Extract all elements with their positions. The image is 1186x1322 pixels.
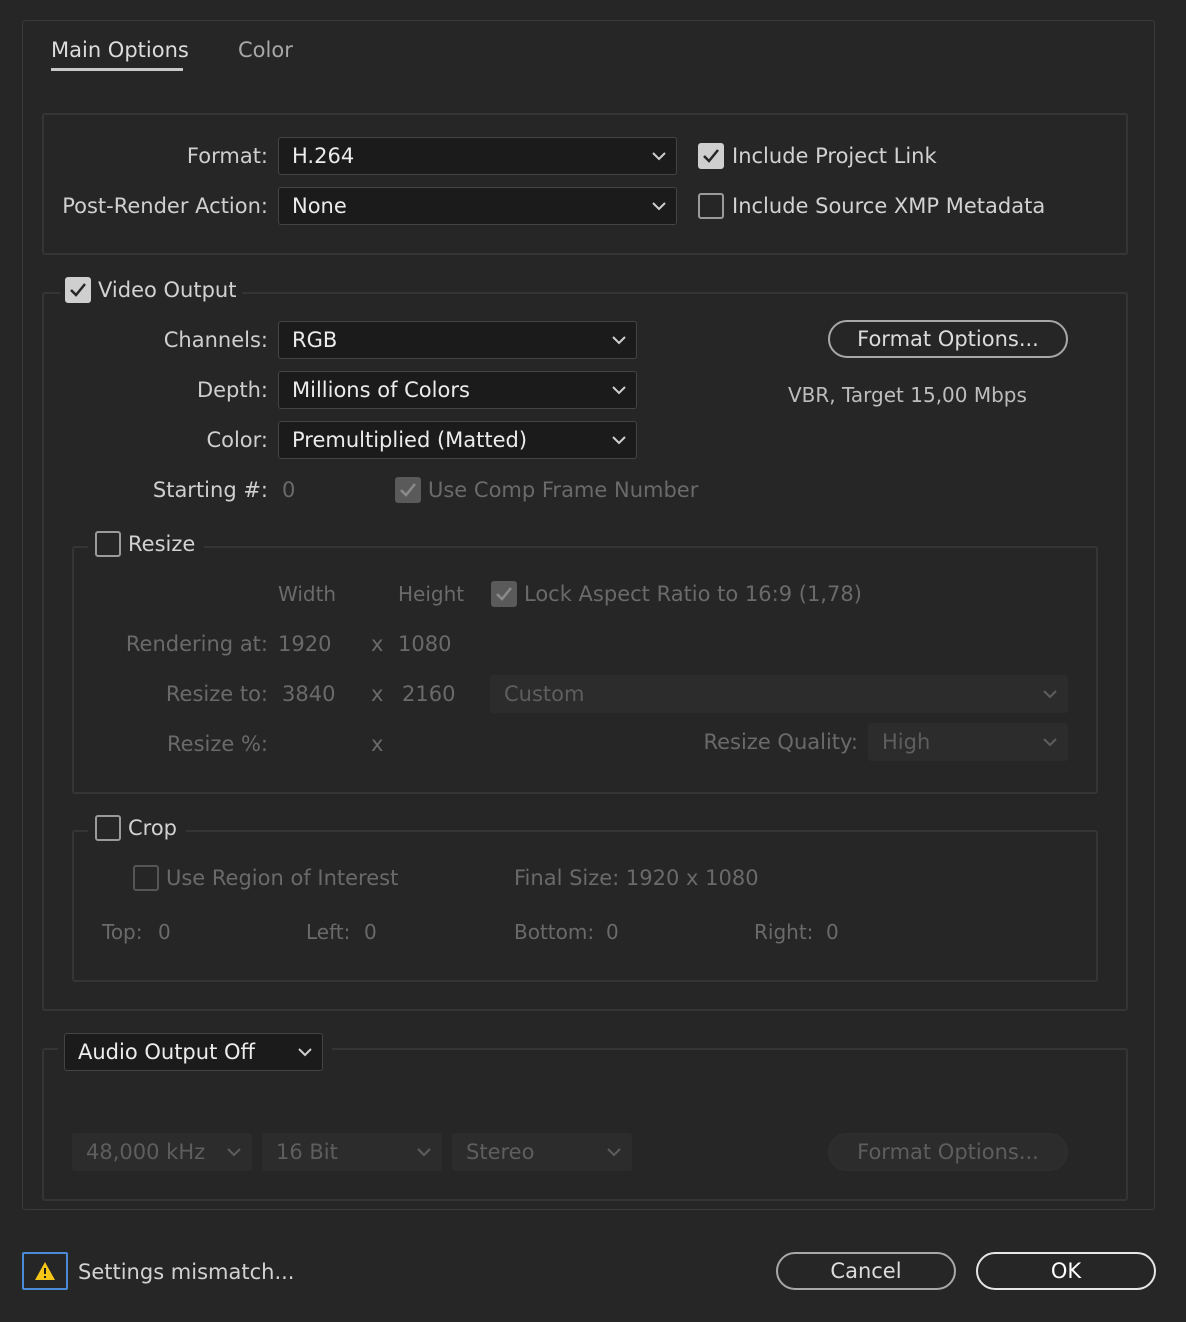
post-render-label: Post-Render Action: <box>62 194 268 218</box>
color-label: Color: <box>206 428 268 452</box>
resize-quality-label: Resize Quality: <box>703 730 858 754</box>
crop-left-value[interactable]: 0 <box>364 918 377 946</box>
channels-dropdown[interactable]: RGB <box>278 321 637 359</box>
rendering-width: 1920 <box>278 632 332 656</box>
crop-bottom-label: Bottom: <box>514 920 595 944</box>
crop-left-label: Left: <box>306 920 351 944</box>
active-tab-indicator <box>51 68 183 71</box>
rendering-height: 1080 <box>398 632 452 656</box>
crop-checkbox[interactable] <box>95 815 121 841</box>
audio-channels-value: Stereo <box>466 1140 535 1164</box>
chevron-down-icon <box>1043 687 1057 701</box>
channels-value: RGB <box>292 328 338 352</box>
use-comp-frame-checkbox[interactable] <box>395 477 421 503</box>
bit-depth-dropdown[interactable]: 16 Bit <box>262 1133 442 1171</box>
channels-label: Channels: <box>163 328 268 352</box>
resize-to-height[interactable]: 2160 <box>402 680 455 708</box>
audio-output-value: Audio Output Off <box>78 1040 255 1064</box>
checkmark-icon <box>496 587 512 601</box>
warning-icon <box>35 1262 55 1280</box>
crop-top-label: Top: <box>102 920 143 944</box>
resize-to-width[interactable]: 3840 <box>282 680 335 708</box>
audio-channels-dropdown[interactable]: Stereo <box>452 1133 632 1171</box>
cancel-button[interactable]: Cancel <box>776 1252 956 1290</box>
depth-value: Millions of Colors <box>292 378 470 402</box>
checkmark-icon <box>400 483 416 497</box>
tab-main-options[interactable]: Main Options <box>51 36 189 64</box>
warning-button[interactable] <box>22 1252 68 1290</box>
audio-output-dropdown[interactable]: Audio Output Off <box>64 1033 323 1071</box>
resize-label: Resize <box>128 532 196 556</box>
include-xmp-checkbox[interactable] <box>698 193 724 219</box>
chevron-down-icon <box>607 1145 621 1159</box>
resize-quality-value: High <box>882 730 931 754</box>
resize-preset-dropdown[interactable]: Custom <box>490 675 1068 713</box>
chevron-down-icon <box>1043 735 1057 749</box>
format-group <box>42 113 1128 255</box>
crop-right-label: Right: <box>754 920 814 944</box>
height-header: Height <box>398 582 465 606</box>
chevron-down-icon <box>612 433 626 447</box>
use-roi-label: Use Region of Interest <box>166 866 399 890</box>
starting-number-label: Starting #: <box>152 478 268 502</box>
resize-percent-label: Resize %: <box>167 732 268 756</box>
include-project-link-checkbox[interactable] <box>698 143 724 169</box>
use-comp-frame-label: Use Comp Frame Number <box>428 478 699 502</box>
starting-number-value[interactable]: 0 <box>282 476 295 504</box>
chevron-down-icon <box>612 383 626 397</box>
resize-to-x: x <box>371 682 384 706</box>
video-format-options-button[interactable]: Format Options... <box>828 320 1068 358</box>
crop-right-value[interactable]: 0 <box>826 918 839 946</box>
lock-aspect-checkbox[interactable] <box>491 581 517 607</box>
video-output-checkbox[interactable] <box>65 277 91 303</box>
format-value: H.264 <box>292 144 355 168</box>
chevron-down-icon <box>652 149 666 163</box>
color-value: Premultiplied (Matted) <box>292 428 528 452</box>
settings-mismatch-text[interactable]: Settings mismatch... <box>78 1258 294 1286</box>
crop-group <box>72 830 1098 982</box>
chevron-down-icon <box>652 199 666 213</box>
crop-label: Crop <box>128 816 178 840</box>
rendering-at-label: Rendering at: <box>125 632 268 656</box>
resize-to-label: Resize to: <box>165 682 268 706</box>
format-label: Format: <box>186 144 268 168</box>
video-output-label: Video Output <box>98 278 237 302</box>
resize-quality-dropdown[interactable]: High <box>868 723 1068 761</box>
resize-percent-x: x <box>371 732 384 756</box>
include-project-link-label: Include Project Link <box>732 144 937 168</box>
width-header: Width <box>278 582 337 606</box>
crop-top-value[interactable]: 0 <box>158 918 171 946</box>
format-summary: VBR, Target 15,00 Mbps <box>788 383 1027 407</box>
final-size-text: Final Size: 1920 x 1080 <box>514 866 759 890</box>
audio-format-options-button[interactable]: Format Options... <box>828 1133 1068 1171</box>
chevron-down-icon <box>298 1045 312 1059</box>
checkmark-icon <box>70 283 86 297</box>
sample-rate-value: 48,000 kHz <box>86 1140 206 1164</box>
tab-color[interactable]: Color <box>238 36 293 64</box>
format-dropdown[interactable]: H.264 <box>278 137 677 175</box>
rendering-x: x <box>371 632 384 656</box>
checkmark-icon <box>703 149 719 163</box>
sample-rate-dropdown[interactable]: 48,000 kHz <box>72 1133 252 1171</box>
crop-bottom-value[interactable]: 0 <box>606 918 619 946</box>
depth-dropdown[interactable]: Millions of Colors <box>278 371 637 409</box>
chevron-down-icon <box>417 1145 431 1159</box>
chevron-down-icon <box>612 333 626 347</box>
post-render-value: None <box>292 194 347 218</box>
include-xmp-label: Include Source XMP Metadata <box>732 194 1046 218</box>
post-render-dropdown[interactable]: None <box>278 187 677 225</box>
lock-aspect-label: Lock Aspect Ratio to 16:9 (1,78) <box>524 582 862 606</box>
use-roi-checkbox[interactable] <box>133 865 159 891</box>
chevron-down-icon <box>227 1145 241 1159</box>
depth-label: Depth: <box>196 378 268 402</box>
bit-depth-value: 16 Bit <box>276 1140 338 1164</box>
color-dropdown[interactable]: Premultiplied (Matted) <box>278 421 637 459</box>
resize-preset-value: Custom <box>504 682 585 706</box>
ok-button[interactable]: OK <box>976 1252 1156 1290</box>
resize-checkbox[interactable] <box>95 531 121 557</box>
